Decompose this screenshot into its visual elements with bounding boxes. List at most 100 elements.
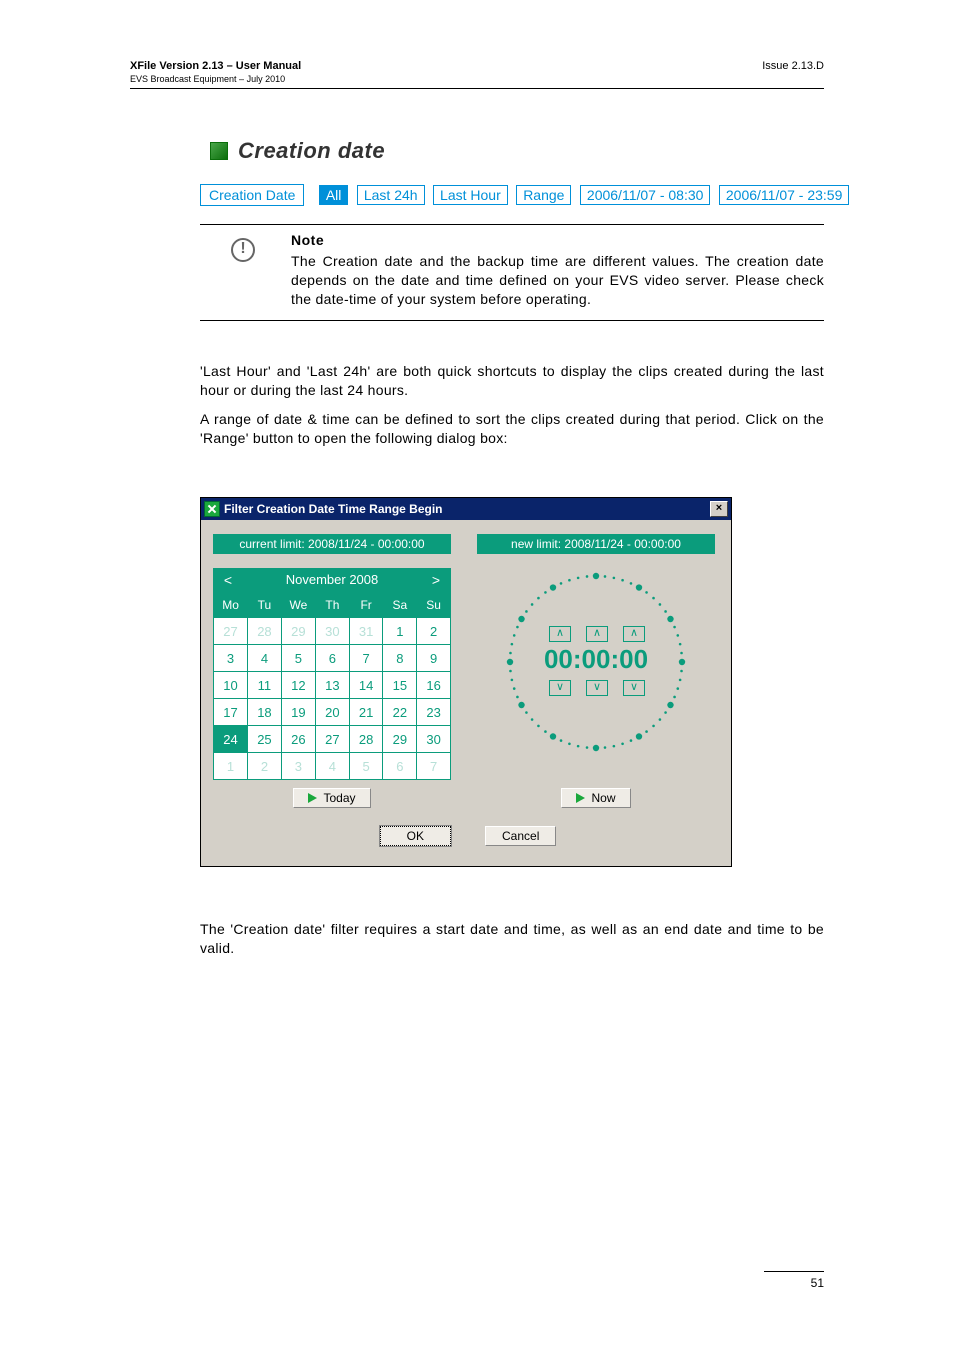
note-title: Note — [291, 232, 324, 248]
calendar-prev-button[interactable]: < — [213, 568, 243, 592]
calendar-day[interactable]: 3 — [214, 645, 248, 672]
calendar-day[interactable]: 19 — [281, 699, 315, 726]
calendar-day[interactable]: 25 — [248, 726, 282, 753]
section-title: Creation date — [238, 138, 385, 164]
current-limit-display: current limit: 2008/11/24 - 00:00:00 — [213, 534, 451, 554]
today-button-label: Today — [323, 791, 355, 805]
hour-down-button[interactable]: ∨ — [549, 680, 571, 696]
header-title-left: XFile Version 2.13 – User Manual — [130, 60, 301, 72]
minute-up-button[interactable]: ∧ — [586, 626, 608, 642]
calendar-day[interactable]: 27 — [214, 618, 248, 645]
calendar-weekday: We — [281, 593, 315, 618]
calendar-day[interactable]: 31 — [349, 618, 383, 645]
arrow-right-icon — [308, 793, 317, 803]
now-button[interactable]: Now — [561, 788, 630, 808]
toolbar-last24h-button[interactable]: Last 24h — [357, 185, 425, 205]
calendar-weekday: Su — [417, 593, 451, 618]
now-button-label: Now — [591, 791, 615, 805]
header-rule — [130, 88, 824, 89]
calendar-day[interactable]: 7 — [417, 753, 451, 780]
calendar-day[interactable]: 11 — [248, 672, 282, 699]
dialog-title: Filter Creation Date Time Range Begin — [224, 502, 443, 516]
time-picker: ∧ ∧ ∧ 00:00:00 ∨ ∨ ∨ — [477, 568, 715, 768]
header-issue: Issue 2.13.D — [762, 60, 824, 72]
calendar-day[interactable]: 4 — [316, 753, 350, 780]
time-display: 00:00:00 — [477, 644, 715, 675]
dialog-titlebar: Filter Creation Date Time Range Begin × — [201, 498, 731, 520]
calendar-day[interactable]: 5 — [349, 753, 383, 780]
calendar-day[interactable]: 2 — [248, 753, 282, 780]
filter-range-dialog: Filter Creation Date Time Range Begin × … — [200, 497, 732, 867]
calendar-day[interactable]: 17 — [214, 699, 248, 726]
calendar-day[interactable]: 1 — [383, 618, 417, 645]
calendar-day[interactable]: 10 — [214, 672, 248, 699]
toolbar-label: Creation Date — [200, 184, 304, 206]
ok-button[interactable]: OK — [380, 826, 451, 846]
paragraph-3: The 'Creation date' filter requires a st… — [200, 920, 824, 958]
calendar-day[interactable]: 30 — [417, 726, 451, 753]
calendar-weekday: Mo — [214, 593, 248, 618]
note-body: The Creation date and the backup time ar… — [291, 252, 824, 309]
calendar-month-label: November 2008 — [243, 568, 421, 592]
calendar-day[interactable]: 14 — [349, 672, 383, 699]
cancel-button[interactable]: Cancel — [485, 826, 556, 846]
calendar-day[interactable]: 8 — [383, 645, 417, 672]
page-number: 51 — [811, 1276, 824, 1290]
calendar-day[interactable]: 26 — [281, 726, 315, 753]
calendar-day[interactable]: 9 — [417, 645, 451, 672]
note-rule-bottom — [200, 320, 824, 321]
calendar-day[interactable]: 16 — [417, 672, 451, 699]
minute-down-button[interactable]: ∨ — [586, 680, 608, 696]
calendar-day[interactable]: 24 — [214, 726, 248, 753]
calendar-day[interactable]: 2 — [417, 618, 451, 645]
second-down-button[interactable]: ∨ — [623, 680, 645, 696]
calendar-weekday: Fr — [349, 593, 383, 618]
calendar-day[interactable]: 1 — [214, 753, 248, 780]
toolbar-range-button[interactable]: Range — [516, 185, 571, 205]
today-button[interactable]: Today — [293, 788, 370, 808]
paragraph-1: 'Last Hour' and 'Last 24h' are both quic… — [200, 362, 824, 400]
note-rule-top — [200, 224, 824, 225]
calendar-day[interactable]: 28 — [349, 726, 383, 753]
calendar-next-button[interactable]: > — [421, 568, 451, 592]
calendar-weekday: Tu — [248, 593, 282, 618]
calendar-day[interactable]: 13 — [316, 672, 350, 699]
calendar-day[interactable]: 29 — [383, 726, 417, 753]
calendar-day[interactable]: 22 — [383, 699, 417, 726]
calendar-day[interactable]: 4 — [248, 645, 282, 672]
new-limit-display: new limit: 2008/11/24 - 00:00:00 — [477, 534, 715, 554]
calendar-day[interactable]: 27 — [316, 726, 350, 753]
close-icon[interactable]: × — [710, 501, 728, 517]
calendar-day[interactable]: 21 — [349, 699, 383, 726]
creation-date-toolbar: Creation Date All Last 24h Last Hour Ran… — [200, 184, 853, 206]
note-icon: ! — [228, 238, 258, 262]
calendar-day[interactable]: 5 — [281, 645, 315, 672]
calendar-day[interactable]: 28 — [248, 618, 282, 645]
toolbar-lasthour-button[interactable]: Last Hour — [433, 185, 508, 205]
dialog-app-icon — [204, 501, 220, 517]
calendar: < November 2008 > MoTuWeThFrSaSu 2728293… — [213, 568, 451, 780]
paragraph-2: A range of date & time can be defined to… — [200, 410, 824, 448]
calendar-day[interactable]: 15 — [383, 672, 417, 699]
calendar-weekday: Th — [316, 593, 350, 618]
toolbar-range-end[interactable]: 2006/11/07 - 23:59 — [719, 185, 850, 205]
toolbar-all-button[interactable]: All — [319, 185, 349, 205]
second-up-button[interactable]: ∧ — [623, 626, 645, 642]
calendar-day[interactable]: 20 — [316, 699, 350, 726]
calendar-weekday: Sa — [383, 593, 417, 618]
calendar-day[interactable]: 6 — [316, 645, 350, 672]
toolbar-range-start[interactable]: 2006/11/07 - 08:30 — [580, 185, 711, 205]
footer-rule — [764, 1271, 824, 1272]
calendar-day[interactable]: 7 — [349, 645, 383, 672]
calendar-day[interactable]: 30 — [316, 618, 350, 645]
header-subtitle: EVS Broadcast Equipment – July 2010 — [130, 74, 285, 84]
calendar-day[interactable]: 12 — [281, 672, 315, 699]
calendar-day[interactable]: 29 — [281, 618, 315, 645]
section-icon — [210, 142, 228, 160]
arrow-right-icon — [576, 793, 585, 803]
calendar-day[interactable]: 6 — [383, 753, 417, 780]
calendar-day[interactable]: 3 — [281, 753, 315, 780]
calendar-day[interactable]: 23 — [417, 699, 451, 726]
calendar-day[interactable]: 18 — [248, 699, 282, 726]
hour-up-button[interactable]: ∧ — [549, 626, 571, 642]
